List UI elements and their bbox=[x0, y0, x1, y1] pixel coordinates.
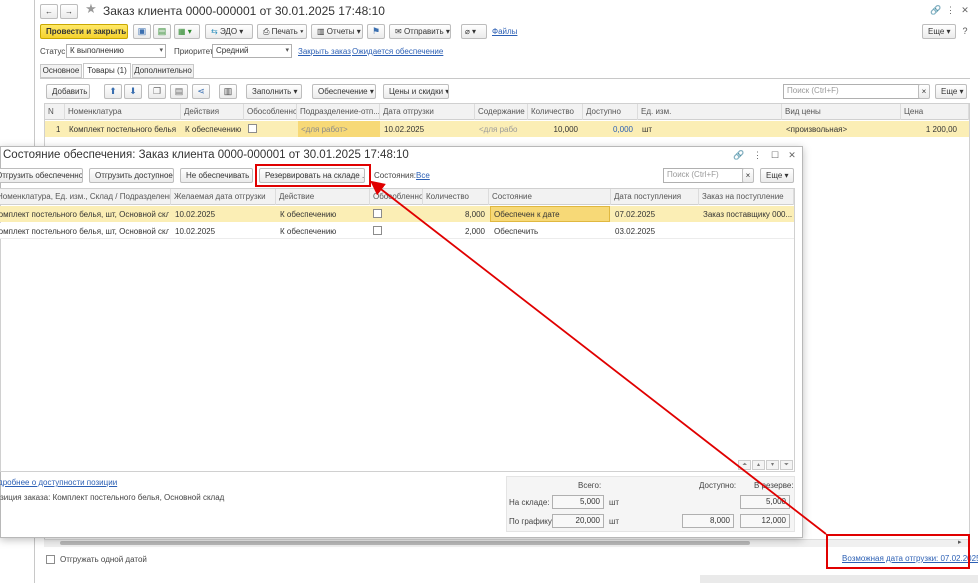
annotation-arrow bbox=[370, 180, 827, 535]
